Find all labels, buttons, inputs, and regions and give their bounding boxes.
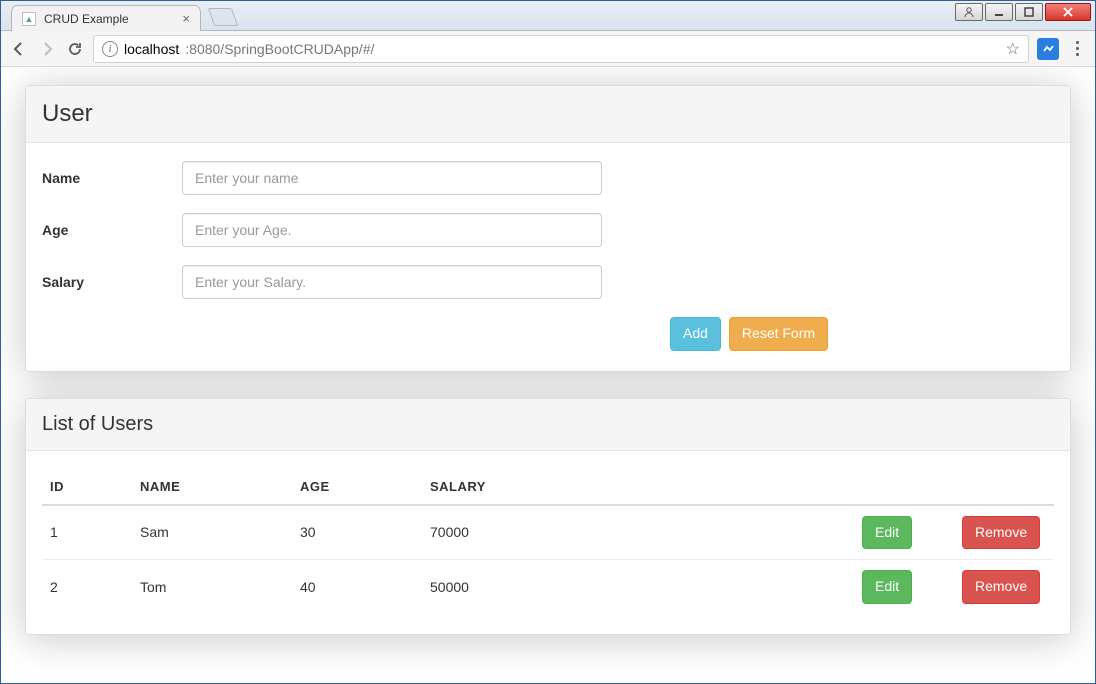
- salary-input[interactable]: [182, 265, 602, 299]
- address-bar[interactable]: i localhost :8080/SpringBootCRUDApp/#/ ☆: [93, 35, 1029, 63]
- age-label: Age: [42, 222, 182, 238]
- cell-salary: 70000: [422, 505, 854, 560]
- user-form-heading: User: [26, 86, 1070, 143]
- cell-salary: 50000: [422, 560, 854, 614]
- col-id: ID: [42, 469, 132, 505]
- browser-toolbar: i localhost :8080/SpringBootCRUDApp/#/ ☆: [1, 31, 1095, 67]
- col-salary: SALARY: [422, 469, 854, 505]
- user-form-title: User: [42, 100, 1054, 128]
- name-label: Name: [42, 170, 182, 186]
- page-viewport[interactable]: User Name Age Salary: [1, 67, 1095, 683]
- user-list-heading: List of Users: [26, 399, 1070, 451]
- edit-button[interactable]: Edit: [862, 570, 912, 604]
- url-host: localhost: [124, 41, 179, 57]
- window-controls: [953, 1, 1095, 23]
- reload-button[interactable]: [65, 39, 85, 59]
- col-age: AGE: [292, 469, 422, 505]
- table-row: 2Tom4050000Edit Remove: [42, 560, 1054, 614]
- browser-chrome: ▲ CRUD Example × i localhost :8080/Spring…: [1, 1, 1095, 683]
- browser-menu-button[interactable]: [1067, 41, 1087, 56]
- forward-button[interactable]: [37, 39, 57, 59]
- maximize-button[interactable]: [1015, 3, 1043, 21]
- url-rest: :8080/SpringBootCRUDApp/#/: [185, 41, 374, 57]
- extension-icon[interactable]: [1037, 38, 1059, 60]
- browser-tab[interactable]: ▲ CRUD Example ×: [11, 5, 201, 31]
- edit-button[interactable]: Edit: [862, 516, 912, 550]
- remove-button[interactable]: Remove: [962, 570, 1040, 604]
- favicon-icon: ▲: [22, 12, 36, 26]
- cell-age: 40: [292, 560, 422, 614]
- user-list-body: ID NAME AGE SALARY 1Sam3070000Edit Remove…: [26, 451, 1070, 634]
- close-tab-icon[interactable]: ×: [182, 11, 190, 26]
- user-list-panel: List of Users ID NAME AGE SALARY: [25, 398, 1071, 635]
- add-button[interactable]: Add: [670, 317, 721, 351]
- page-content: User Name Age Salary: [1, 67, 1095, 683]
- col-name: NAME: [132, 469, 292, 505]
- remove-button[interactable]: Remove: [962, 516, 1040, 550]
- user-list-title: List of Users: [42, 413, 1054, 436]
- user-account-button[interactable]: [955, 3, 983, 21]
- cell-id: 1: [42, 505, 132, 560]
- form-row-salary: Salary: [42, 265, 1054, 299]
- tab-strip: ▲ CRUD Example ×: [1, 1, 1095, 31]
- back-button[interactable]: [9, 39, 29, 59]
- site-info-icon[interactable]: i: [102, 41, 118, 57]
- cell-age: 30: [292, 505, 422, 560]
- salary-label: Salary: [42, 274, 182, 290]
- reset-form-button[interactable]: Reset Form: [729, 317, 828, 351]
- tab-title: CRUD Example: [44, 12, 129, 26]
- user-form-body: Name Age Salary Add: [26, 143, 1070, 371]
- os-window: ▲ CRUD Example × i localhost :8080/Spring…: [0, 0, 1096, 684]
- name-input[interactable]: [182, 161, 602, 195]
- new-tab-button[interactable]: [208, 8, 239, 26]
- cell-name: Sam: [132, 505, 292, 560]
- form-row-name: Name: [42, 161, 1054, 195]
- table-row: 1Sam3070000Edit Remove: [42, 505, 1054, 560]
- users-table: ID NAME AGE SALARY 1Sam3070000Edit Remove…: [42, 469, 1054, 614]
- bookmark-star-icon[interactable]: ☆: [1006, 39, 1020, 59]
- cell-name: Tom: [132, 560, 292, 614]
- minimize-button[interactable]: [985, 3, 1013, 21]
- cell-id: 2: [42, 560, 132, 614]
- user-form-panel: User Name Age Salary: [25, 85, 1071, 372]
- close-window-button[interactable]: [1045, 3, 1091, 21]
- form-actions: Add Reset Form: [670, 317, 1054, 351]
- age-input[interactable]: [182, 213, 602, 247]
- form-row-age: Age: [42, 213, 1054, 247]
